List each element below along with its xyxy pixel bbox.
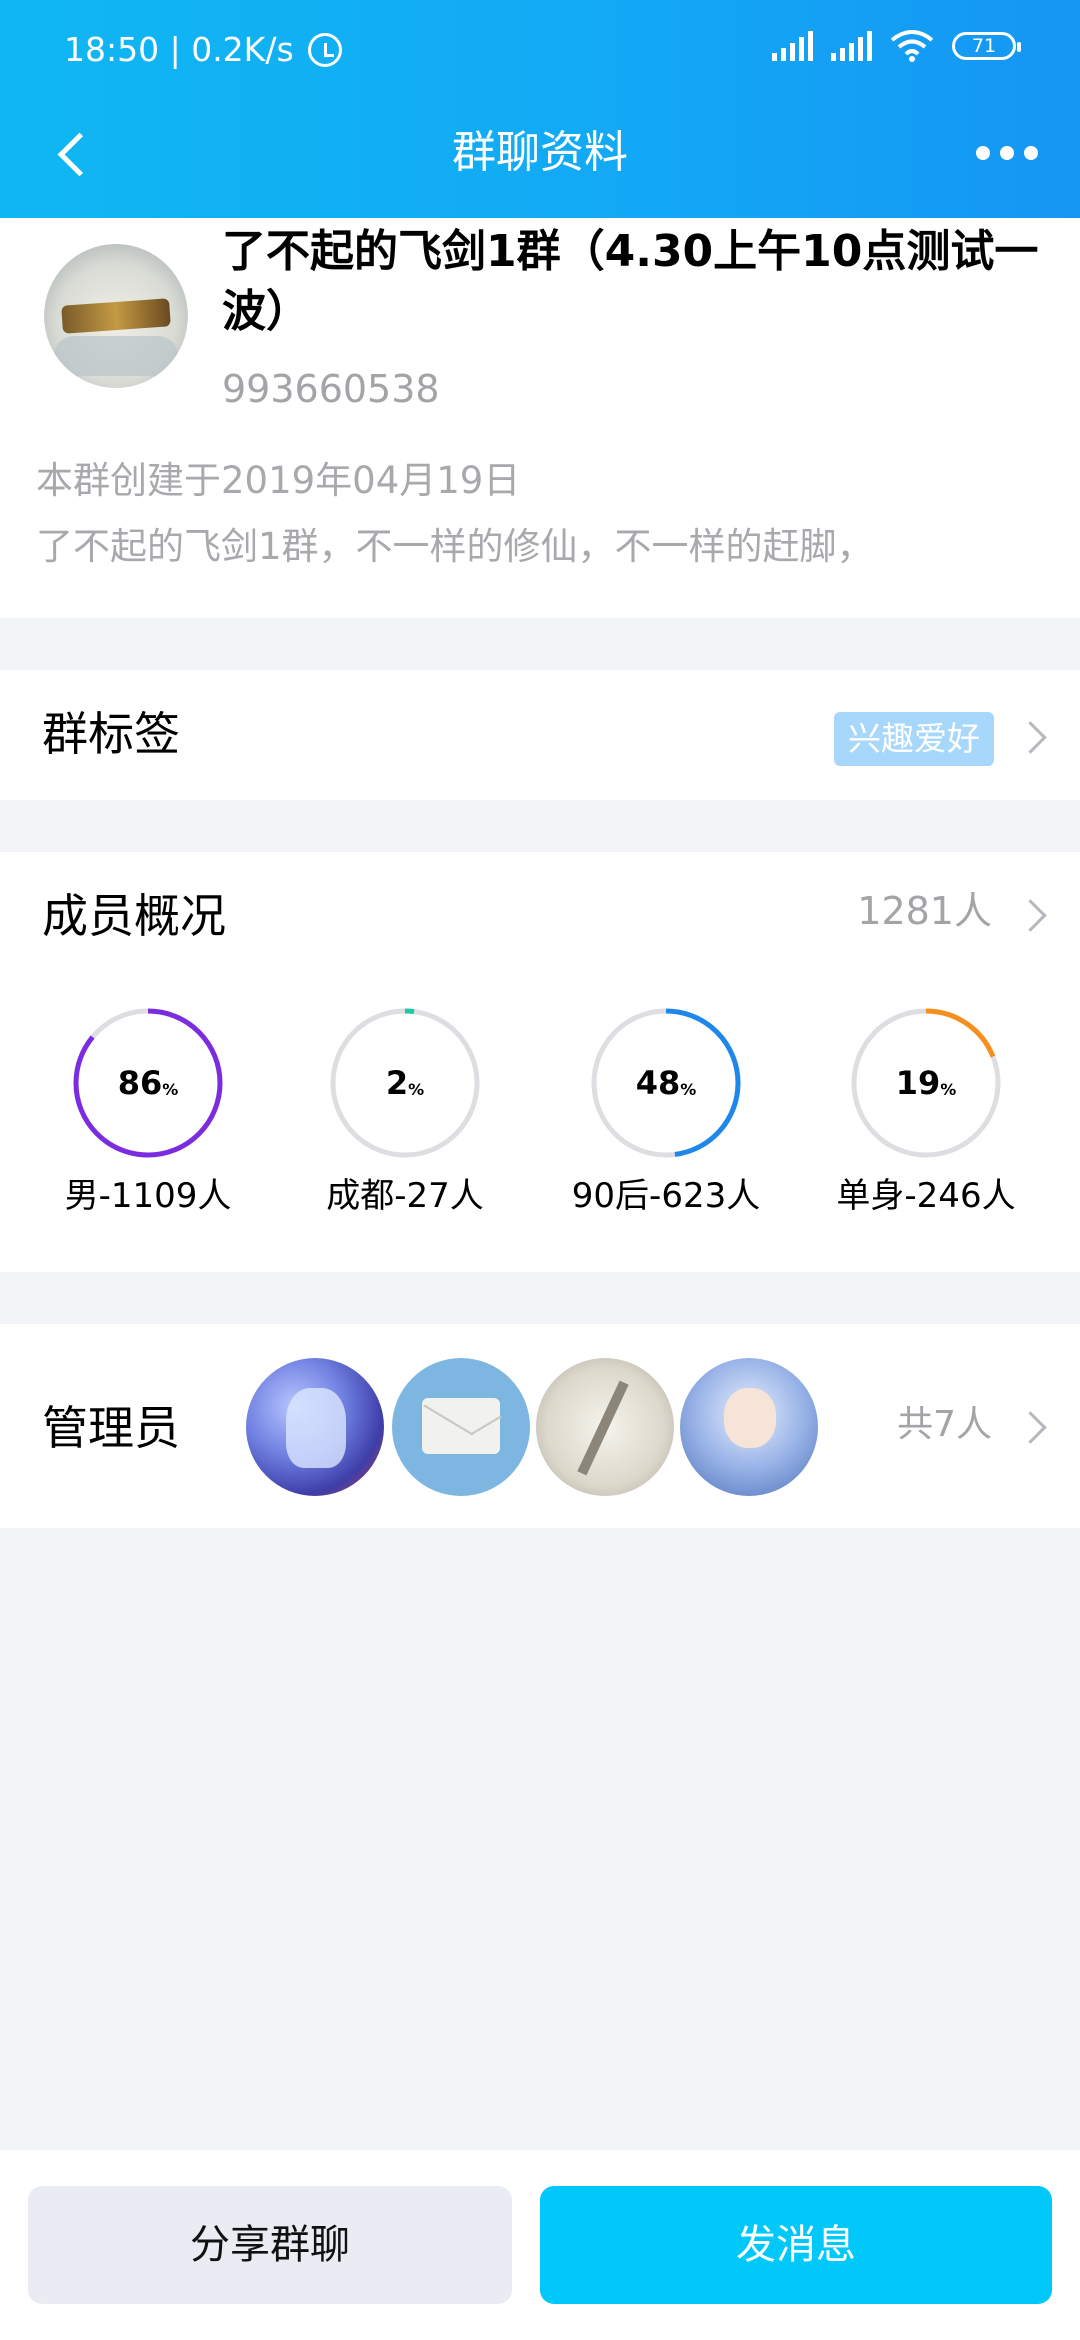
admin-avatar[interactable] bbox=[392, 1358, 530, 1496]
admin-avatar[interactable] bbox=[246, 1358, 384, 1496]
admin-avatar[interactable] bbox=[536, 1358, 674, 1496]
stat-label-single: 单身-246人 bbox=[836, 1176, 1016, 1216]
group-id: 993660538 bbox=[222, 367, 440, 411]
stat-value: 2 bbox=[385, 1064, 409, 1102]
cell-signal-2-icon bbox=[831, 31, 872, 61]
stat-value: 86 bbox=[117, 1064, 163, 1102]
admin-avatar[interactable] bbox=[680, 1358, 818, 1496]
group-avatar[interactable] bbox=[44, 244, 188, 388]
envelope-icon bbox=[422, 1398, 500, 1454]
stat-ring-single[interactable]: 19% bbox=[851, 1008, 1001, 1158]
share-group-button[interactable]: 分享群聊 bbox=[28, 2186, 512, 2304]
group-tags-label: 群标签 bbox=[42, 707, 180, 761]
bottom-action-bar: 分享群聊 发消息 bbox=[0, 2150, 1080, 2340]
status-bar: 18:50 | 0.2K/s 71 bbox=[0, 0, 1080, 100]
stat-ring-male[interactable]: 86% bbox=[73, 1008, 223, 1158]
chevron-right-icon[interactable] bbox=[1014, 899, 1047, 932]
chevron-right-icon bbox=[1014, 721, 1047, 754]
group-description: 了不起的飞剑1群，不一样的修仙，不一样的赶脚， bbox=[36, 525, 874, 568]
stat-unit: % bbox=[680, 1079, 697, 1099]
more-options-icon[interactable] bbox=[970, 140, 1044, 166]
interest-tag: 兴趣爱好 bbox=[834, 712, 994, 766]
status-left: 18:50 | 0.2K/s bbox=[64, 28, 342, 72]
admin-count: 共7人 bbox=[897, 1404, 992, 1445]
header-bar: 18:50 | 0.2K/s 71 群聊资料 bbox=[0, 0, 1080, 218]
member-count[interactable]: 1281人 bbox=[857, 888, 992, 934]
status-time-speed: 18:50 | 0.2K/s bbox=[64, 30, 294, 69]
admins-row[interactable]: 管理员 共7人 bbox=[0, 1324, 1080, 1528]
send-message-button[interactable]: 发消息 bbox=[540, 2186, 1052, 2304]
stat-ring-city[interactable]: 2% bbox=[330, 1008, 480, 1158]
chevron-right-icon bbox=[1014, 1411, 1047, 1444]
cell-signal-icon bbox=[772, 31, 813, 61]
group-name: 了不起的飞剑1群（4.30上午10点测试一波） bbox=[222, 226, 1039, 337]
stat-unit: % bbox=[940, 1079, 957, 1099]
battery-icon: 71 bbox=[952, 32, 1021, 60]
stat-unit: % bbox=[162, 1079, 179, 1099]
stat-label-age: 90后-623人 bbox=[571, 1176, 761, 1216]
stat-label-male: 男-1109人 bbox=[64, 1176, 232, 1216]
stat-value: 19 bbox=[895, 1064, 941, 1102]
group-tags-row[interactable]: 群标签 兴趣爱好 bbox=[0, 670, 1080, 800]
stat-label-city: 成都-27人 bbox=[326, 1176, 484, 1216]
page-title: 群聊资料 bbox=[452, 127, 628, 178]
member-overview-label: 成员概况 bbox=[42, 889, 226, 943]
nav-bar: 群聊资料 bbox=[0, 100, 1080, 218]
status-right: 71 bbox=[772, 30, 1021, 62]
group-created-date: 本群创建于2019年04月19日 bbox=[36, 459, 521, 502]
admins-label: 管理员 bbox=[42, 1401, 180, 1455]
wifi-icon bbox=[890, 30, 934, 62]
member-overview-card: 成员概况 1281人 86% 男-1109人 2% 成都-27人 48% 90后… bbox=[0, 852, 1080, 1272]
stat-unit: % bbox=[408, 1079, 425, 1099]
stat-value: 48 bbox=[635, 1064, 681, 1102]
group-profile-card: 了不起的飞剑1群（4.30上午10点测试一波） 993660538 本群创建于2… bbox=[0, 218, 1080, 618]
stat-ring-age[interactable]: 48% bbox=[591, 1008, 741, 1158]
alarm-icon bbox=[307, 33, 342, 67]
